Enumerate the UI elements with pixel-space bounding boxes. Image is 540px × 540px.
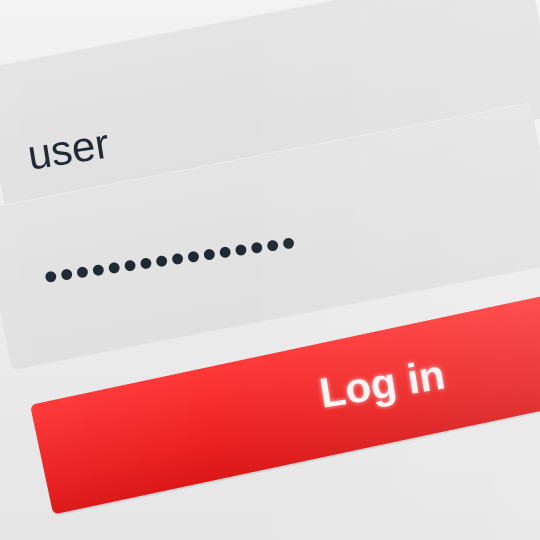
login-form: user •••••••••••••••• Log in <box>0 0 540 540</box>
login-screen: user •••••••••••••••• Log in <box>0 0 540 540</box>
